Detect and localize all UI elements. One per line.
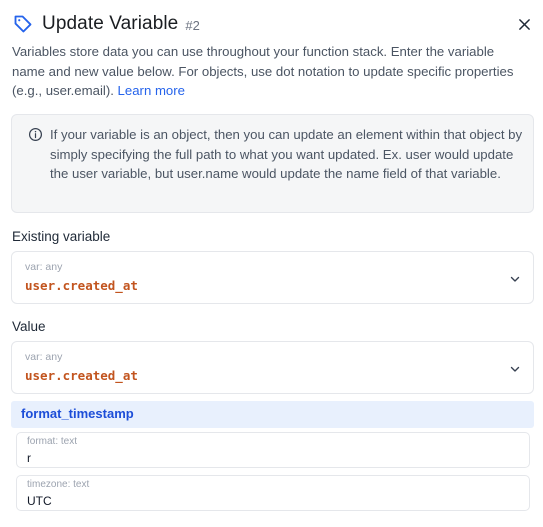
info-icon <box>28 127 43 142</box>
description: Variables store data you can use through… <box>12 42 530 101</box>
info-callout: If your variable is an object, then you … <box>11 114 534 213</box>
chevron-down-icon <box>509 362 521 374</box>
format-param-hint: format: text <box>27 436 78 447</box>
timezone-param-hint: timezone: text <box>27 479 90 490</box>
existing-variable-select[interactable]: var: any user.created_at <box>11 251 534 304</box>
timezone-param-field[interactable]: timezone: text UTC <box>16 475 530 511</box>
description-text: Variables store data you can use through… <box>12 44 514 98</box>
value-label: Value <box>12 319 46 334</box>
value-hint: var: any <box>25 351 63 363</box>
existing-variable-value: user.created_at <box>25 278 138 293</box>
format-param-field[interactable]: format: text r <box>16 432 530 468</box>
close-icon[interactable] <box>514 14 534 34</box>
filter-header[interactable]: format_timestamp <box>11 401 534 428</box>
value-select[interactable]: var: any user.created_at <box>11 341 534 394</box>
existing-variable-label: Existing variable <box>12 229 111 244</box>
timezone-param-value: UTC <box>27 494 52 508</box>
info-text: If your variable is an object, then you … <box>50 127 523 181</box>
modal-header: Update Variable #2 <box>12 10 534 38</box>
existing-variable-hint: var: any <box>25 261 63 273</box>
chevron-down-icon <box>509 272 521 284</box>
value-value: user.created_at <box>25 368 138 383</box>
learn-more-link[interactable]: Learn more <box>118 83 185 98</box>
filter-name: format_timestamp <box>21 406 134 421</box>
tag-icon <box>12 13 34 35</box>
format-param-value: r <box>27 451 31 465</box>
modal-title: Update Variable <box>42 13 179 34</box>
step-badge: #2 <box>185 18 200 33</box>
